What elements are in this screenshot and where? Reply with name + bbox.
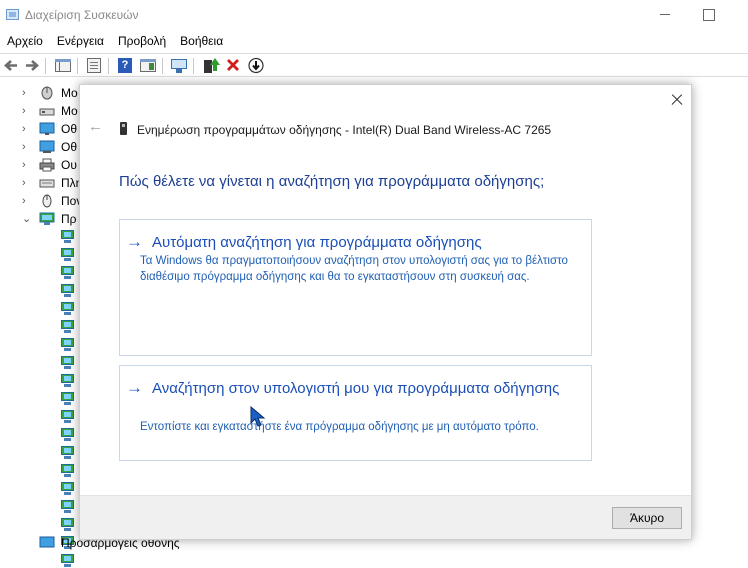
network-adapter-item-icon[interactable] xyxy=(60,554,74,568)
network-adapter-item-icon[interactable] xyxy=(60,248,74,262)
back-arrow-icon[interactable]: ← xyxy=(88,119,104,135)
keyboard-icon xyxy=(39,176,55,190)
display-adapter-icon xyxy=(39,140,55,154)
device-manager-window: Διαχείριση Συσκευών Αρχείο Ενέργεια Προβ… xyxy=(0,0,748,567)
chevron-right-icon[interactable]: › xyxy=(22,120,32,138)
option-description: Εντοπίστε και εγκαταστήστε ένα πρόγραμμα… xyxy=(140,421,539,433)
dialog-title: Ενημέρωση προγραμμάτων οδήγησης - Intel(… xyxy=(137,123,552,137)
update-driver-dialog: ← Ενημέρωση προγραμμάτων οδήγησης - Inte… xyxy=(79,84,692,540)
mouse-icon xyxy=(39,86,55,100)
download-icon[interactable] xyxy=(247,57,265,74)
network-adapter-item-icon[interactable] xyxy=(60,464,74,478)
network-adapter-item-icon[interactable] xyxy=(60,266,74,280)
print-queue-icon xyxy=(39,158,55,172)
menu-action[interactable]: Ενέργεια xyxy=(50,31,111,52)
chevron-right-icon[interactable]: › xyxy=(22,102,32,120)
network-adapter-item-icon[interactable] xyxy=(60,410,74,424)
uninstall-icon[interactable] xyxy=(224,57,242,74)
back-icon[interactable] xyxy=(2,57,20,74)
arrow-right-icon: → xyxy=(126,232,143,251)
network-adapter-item-icon[interactable] xyxy=(60,482,74,496)
option-title: Αυτόματη αναζήτηση για προγράμματα οδήγη… xyxy=(152,234,482,251)
update-driver-icon[interactable] xyxy=(201,57,220,74)
menu-file[interactable]: Αρχείο xyxy=(0,31,50,52)
action-pane-icon[interactable] xyxy=(139,57,157,74)
tree-item-label: Πρ xyxy=(61,212,77,226)
menu-view[interactable]: Προβολή xyxy=(111,31,173,52)
network-adapter-item-icon[interactable] xyxy=(60,284,74,298)
maximize-button[interactable] xyxy=(688,0,728,31)
scan-hardware-icon[interactable] xyxy=(170,57,188,74)
option-title: Αναζήτηση στον υπολογιστή μου για προγρά… xyxy=(152,380,560,397)
network-adapter-item-icon[interactable] xyxy=(60,446,74,460)
menu-bar: Αρχείο Ενέργεια Προβολή Βοήθεια xyxy=(0,31,748,52)
forward-icon[interactable] xyxy=(23,57,41,74)
network-adapter-item-icon[interactable] xyxy=(60,320,74,334)
network-adapter-item-icon[interactable] xyxy=(60,392,74,406)
minimize-button[interactable] xyxy=(646,0,686,31)
tree-item-label: Μο xyxy=(61,86,78,100)
help-icon[interactable]: ? xyxy=(116,57,134,74)
toolbar: ? xyxy=(0,53,748,77)
mouse-cursor-icon xyxy=(250,405,266,428)
network-adapter-item-icon[interactable] xyxy=(60,500,74,514)
tree-item-label: Οθ xyxy=(61,122,78,136)
arrow-right-icon: → xyxy=(126,378,143,397)
tree-item-label: Ου xyxy=(61,158,77,172)
window-title: Διαχείριση Συσκευών xyxy=(25,8,139,22)
chevron-down-icon[interactable]: ⌄ xyxy=(22,210,32,228)
network-adapter-item-icon[interactable] xyxy=(60,230,74,244)
menu-help[interactable]: Βοήθεια xyxy=(173,31,230,52)
option-description: Τα Windows θα πραγματοποιήσουν αναζήτηση… xyxy=(140,255,568,283)
properties-icon[interactable] xyxy=(85,57,103,74)
cancel-button[interactable]: Άκυρο xyxy=(612,507,682,529)
close-icon[interactable] xyxy=(669,91,687,109)
network-adapter-icon xyxy=(39,212,55,226)
tree-item-label: Μο xyxy=(61,104,78,118)
network-adapter-item-icon[interactable] xyxy=(60,518,74,532)
modem-icon xyxy=(39,104,55,118)
browse-my-computer-option[interactable]: → Αναζήτηση στον υπολογιστή μου για προγ… xyxy=(119,365,592,461)
pointing-device-icon xyxy=(39,194,55,208)
chevron-right-icon[interactable]: › xyxy=(22,84,32,102)
chevron-right-icon[interactable]: › xyxy=(22,192,32,210)
show-hide-console-tree-icon[interactable] xyxy=(54,57,72,74)
title-bar: Διαχείριση Συσκευών xyxy=(0,0,748,31)
monitor-icon xyxy=(39,122,55,136)
dialog-question: Πώς θέλετε να γίνεται η αναζήτηση για πρ… xyxy=(119,173,545,190)
network-adapter-item-icon[interactable] xyxy=(60,428,74,442)
network-adapter-item-icon[interactable] xyxy=(60,374,74,388)
chevron-right-icon[interactable]: › xyxy=(22,138,32,156)
search-automatically-option[interactable]: → Αυτόματη αναζήτηση για προγράμματα οδή… xyxy=(119,219,592,356)
tree-item-label: Οθ xyxy=(61,140,78,154)
wireless-device-icon xyxy=(120,122,127,135)
chevron-right-icon[interactable]: › xyxy=(22,156,32,174)
chevron-right-icon[interactable]: › xyxy=(22,174,32,192)
dialog-footer: Άκυρο xyxy=(80,495,691,539)
network-adapter-item-icon[interactable] xyxy=(60,338,74,352)
network-adapter-item-icon[interactable] xyxy=(60,356,74,370)
network-adapter-item-icon[interactable] xyxy=(60,302,74,316)
device-manager-icon xyxy=(6,9,19,20)
